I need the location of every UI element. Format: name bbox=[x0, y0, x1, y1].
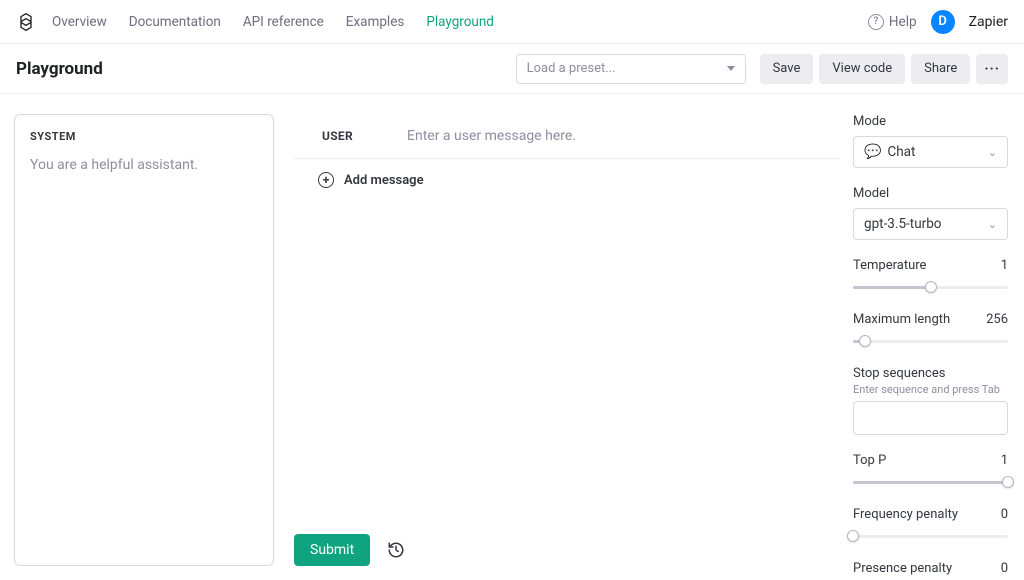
page-title: Playground bbox=[16, 59, 103, 79]
nav-playground[interactable]: Playground bbox=[426, 14, 494, 30]
nav-overview[interactable]: Overview bbox=[52, 14, 107, 30]
page-header: Playground Load a preset... Save View co… bbox=[0, 44, 1024, 94]
preset-select[interactable]: Load a preset... bbox=[516, 54, 746, 84]
top-p-label: Top P bbox=[853, 453, 886, 468]
freq-value: 0 bbox=[1001, 507, 1008, 522]
help-label: Help bbox=[889, 14, 917, 30]
avatar[interactable]: D bbox=[931, 10, 955, 34]
max-length-value: 256 bbox=[986, 312, 1008, 327]
pres-value: 0 bbox=[1001, 561, 1008, 576]
help-link[interactable]: ? Help bbox=[868, 14, 917, 30]
center-actions: Submit bbox=[294, 534, 839, 566]
param-mode: Mode 💬 Chat ⌄ bbox=[853, 114, 1008, 168]
chevron-down-icon: ⌄ bbox=[988, 146, 997, 159]
max-length-slider[interactable] bbox=[853, 334, 1008, 348]
openai-logo-icon bbox=[16, 12, 36, 32]
model-select[interactable]: gpt-3.5-turbo ⌄ bbox=[853, 208, 1008, 240]
main: SYSTEM You are a helpful assistant. USER… bbox=[0, 94, 1024, 580]
pres-label: Presence penalty bbox=[853, 561, 952, 576]
submit-button[interactable]: Submit bbox=[294, 534, 370, 566]
username: Zapier bbox=[969, 14, 1008, 30]
stop-sequences-input[interactable] bbox=[853, 401, 1008, 435]
temperature-slider[interactable] bbox=[853, 280, 1008, 294]
model-label: Model bbox=[853, 186, 889, 201]
param-temperature: Temperature 1 bbox=[853, 258, 1008, 294]
temperature-label: Temperature bbox=[853, 258, 926, 273]
share-button[interactable]: Share bbox=[911, 54, 970, 84]
nav-documentation[interactable]: Documentation bbox=[129, 14, 221, 30]
nav-api-reference[interactable]: API reference bbox=[243, 14, 324, 30]
chat-icon: 💬 bbox=[864, 144, 881, 160]
message-input[interactable]: Enter a user message here. bbox=[407, 128, 833, 144]
stop-hint: Enter sequence and press Tab bbox=[853, 383, 1008, 396]
history-button[interactable] bbox=[382, 536, 410, 564]
param-pres: Presence penalty 0 bbox=[853, 561, 1008, 580]
more-button[interactable]: ··· bbox=[976, 54, 1008, 84]
message-role-label: USER bbox=[322, 129, 407, 143]
temperature-value: 1 bbox=[1001, 258, 1008, 273]
param-freq: Frequency penalty 0 bbox=[853, 507, 1008, 543]
freq-slider[interactable] bbox=[853, 529, 1008, 543]
params-panel: Mode 💬 Chat ⌄ Model gpt-3.5-turbo ⌄ Tempe… bbox=[849, 94, 1024, 580]
system-box[interactable]: SYSTEM You are a helpful assistant. bbox=[14, 114, 274, 566]
mode-value: Chat bbox=[887, 144, 915, 160]
top-nav: Overview Documentation API reference Exa… bbox=[0, 0, 1024, 44]
mode-label: Mode bbox=[853, 114, 886, 129]
preset-placeholder: Load a preset... bbox=[527, 61, 616, 76]
messages-panel: USER Enter a user message here. + Add me… bbox=[286, 94, 849, 580]
system-textarea[interactable]: You are a helpful assistant. bbox=[30, 157, 258, 173]
param-stop: Stop sequences Enter sequence and press … bbox=[853, 366, 1008, 435]
model-value: gpt-3.5-turbo bbox=[864, 216, 942, 232]
add-message-label: Add message bbox=[344, 173, 424, 188]
max-length-label: Maximum length bbox=[853, 312, 950, 327]
plus-circle-icon: + bbox=[318, 172, 334, 188]
history-icon bbox=[387, 541, 405, 559]
param-top-p: Top P 1 bbox=[853, 453, 1008, 489]
mode-select[interactable]: 💬 Chat ⌄ bbox=[853, 136, 1008, 168]
chevron-down-icon bbox=[727, 66, 735, 71]
system-label: SYSTEM bbox=[30, 130, 258, 143]
top-p-slider[interactable] bbox=[853, 475, 1008, 489]
top-p-value: 1 bbox=[1001, 453, 1008, 468]
nav-right: ? Help D Zapier bbox=[868, 10, 1008, 34]
save-button[interactable]: Save bbox=[760, 54, 814, 84]
add-message-button[interactable]: + Add message bbox=[294, 159, 839, 188]
nav-links: Overview Documentation API reference Exa… bbox=[52, 14, 494, 30]
more-icon: ··· bbox=[984, 62, 1000, 76]
freq-label: Frequency penalty bbox=[853, 507, 958, 522]
message-row[interactable]: USER Enter a user message here. bbox=[294, 114, 839, 159]
param-max-length: Maximum length 256 bbox=[853, 312, 1008, 348]
param-model: Model gpt-3.5-turbo ⌄ bbox=[853, 186, 1008, 240]
view-code-button[interactable]: View code bbox=[819, 54, 905, 84]
nav-examples[interactable]: Examples bbox=[346, 14, 405, 30]
chevron-down-icon: ⌄ bbox=[988, 218, 997, 231]
help-icon: ? bbox=[868, 14, 884, 30]
system-panel: SYSTEM You are a helpful assistant. bbox=[0, 94, 286, 580]
stop-label: Stop sequences bbox=[853, 366, 1008, 381]
